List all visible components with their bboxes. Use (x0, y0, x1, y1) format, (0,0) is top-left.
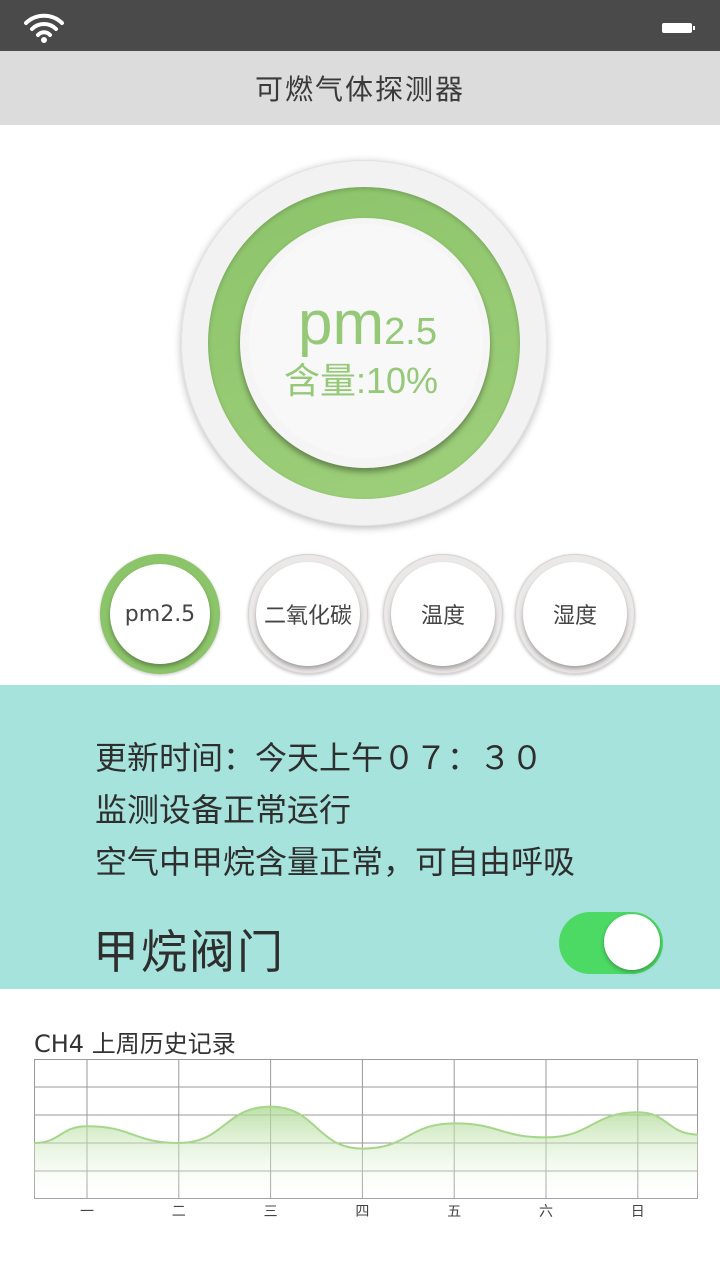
history-chart: 一二三四五六日 (34, 1059, 698, 1219)
sensor-label: 温度 (420, 604, 465, 629)
title-bar: 可燃气体探测器 (0, 51, 720, 125)
valve-toggle[interactable] (559, 912, 663, 974)
update-time-text: 更新时间：今天上午０７：３０ (95, 739, 544, 777)
gauge-content-value: 含量:10% (284, 360, 439, 401)
toggle-knob (604, 914, 660, 970)
page-title: 可燃气体探测器 (254, 73, 465, 106)
status-bar (0, 0, 720, 51)
x-tick-label: 六 (539, 1204, 553, 1219)
wifi-icon (24, 13, 64, 43)
sensor-button-pm25[interactable]: pm2.5 (100, 554, 220, 674)
x-tick-label: 日 (631, 1204, 645, 1219)
device-status-text: 监测设备正常运行 (95, 791, 352, 829)
sensor-button-co2[interactable]: 二氧化碳 (248, 554, 368, 674)
x-tick-label: 五 (447, 1204, 461, 1219)
valve-label: 甲烷阀门 (93, 925, 285, 979)
sensor-label: pm2.5 (124, 601, 196, 627)
air-status-text: 空气中甲烷含量正常，可自由呼吸 (95, 843, 576, 881)
sensor-label: 湿度 (552, 604, 597, 629)
x-tick-label: 四 (355, 1204, 369, 1219)
history-title: CH4 上周历史记录 (34, 1030, 236, 1058)
x-tick-label: 一 (80, 1204, 94, 1219)
sensor-button-temperature[interactable]: 温度 (383, 554, 503, 674)
sensor-label: 二氧化碳 (263, 604, 352, 629)
battery-icon (662, 23, 695, 33)
sensor-button-humidity[interactable]: 湿度 (515, 554, 635, 674)
x-tick-label: 三 (264, 1204, 278, 1219)
x-tick-label: 二 (172, 1204, 186, 1219)
gauge-label: pm2.5 (298, 289, 437, 358)
